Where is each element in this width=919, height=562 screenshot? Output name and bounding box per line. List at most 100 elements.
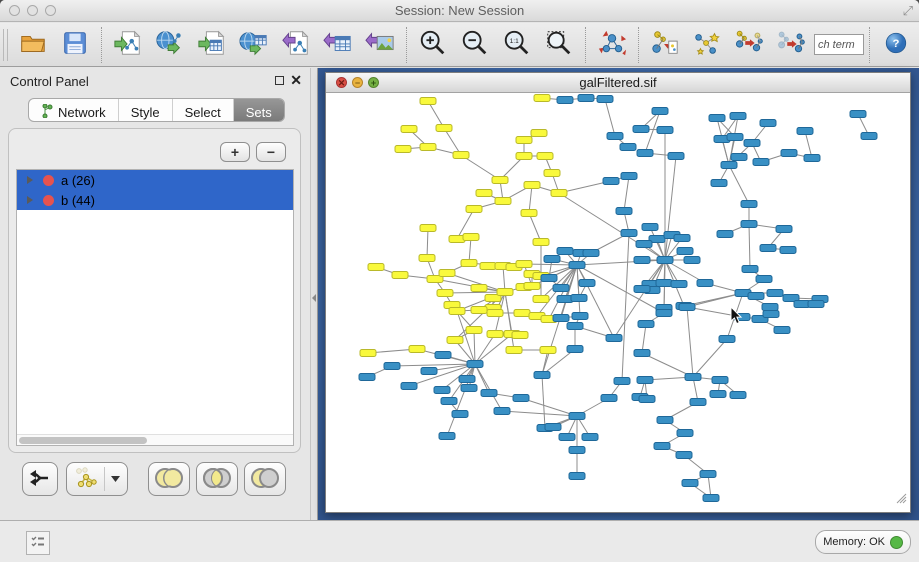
split-set-button[interactable] (22, 462, 58, 496)
graph-node (861, 133, 877, 140)
network-window[interactable]: ✕ − + galFiltered.sif (325, 72, 911, 513)
graph-node (514, 310, 530, 317)
search-input[interactable] (814, 34, 864, 55)
export-network-button[interactable] (278, 27, 314, 63)
graph-node (401, 126, 417, 133)
graph-node (492, 177, 508, 184)
graph-node (553, 285, 569, 292)
graph-node (808, 301, 824, 308)
graph-node (652, 108, 668, 115)
zoom-in-button[interactable] (415, 27, 451, 63)
graph-node (756, 276, 772, 283)
fullscreen-icon[interactable]: ⤢ (903, 3, 913, 19)
list-item-set-b[interactable]: b (44) (17, 190, 293, 210)
graph-node (557, 97, 573, 104)
save-session-button[interactable] (57, 27, 93, 63)
graph-node (572, 313, 588, 320)
expander-icon[interactable] (27, 176, 33, 184)
graph-node (551, 190, 567, 197)
network-to-file-button[interactable] (647, 27, 683, 63)
difference-networks-button[interactable] (773, 27, 809, 63)
union-sets-button[interactable] (148, 462, 190, 496)
annotate-network-button[interactable] (689, 27, 725, 63)
horizontal-scrollbar[interactable] (17, 434, 293, 445)
save-icon (60, 28, 90, 61)
graph-node (463, 234, 479, 241)
scrollbar-thumb[interactable] (19, 437, 147, 444)
graph-node (730, 113, 746, 120)
graph-node (668, 153, 684, 160)
difference-sets-button[interactable] (244, 462, 286, 496)
zoom-out-button[interactable] (457, 27, 493, 63)
export-table-button[interactable] (320, 27, 356, 63)
venn-union-icon (153, 466, 185, 493)
tab-select[interactable]: Select (173, 99, 234, 122)
expander-icon[interactable] (27, 196, 33, 204)
graph-node (601, 395, 617, 402)
help-button[interactable]: ? (878, 27, 914, 63)
task-history-button[interactable] (26, 531, 50, 555)
graph-node (767, 290, 783, 297)
export-image-button[interactable] (362, 27, 398, 63)
graph-node (760, 120, 776, 127)
graph-node (534, 372, 550, 379)
merge-networks-button[interactable] (731, 27, 767, 63)
tab-sets[interactable]: Sets (234, 99, 284, 122)
tab-label: Sets (246, 105, 272, 120)
remove-set-button[interactable]: − (256, 142, 286, 162)
close-panel-icon[interactable]: ✕ (290, 72, 302, 89)
svg-text:1:1: 1:1 (510, 38, 519, 45)
toolbar-grip[interactable] (3, 29, 8, 61)
import-table-file-button[interactable] (194, 27, 230, 63)
import-network-web-button[interactable] (152, 27, 188, 63)
tab-network[interactable]: Network (29, 99, 119, 122)
graph-node (461, 385, 477, 392)
toolbar-separator (101, 27, 102, 63)
graph-node (721, 162, 737, 169)
intersect-sets-button[interactable] (196, 462, 238, 496)
graph-node (533, 239, 549, 246)
split-arrow-icon (28, 466, 52, 493)
window-titlebar: Session: New Session ⤢ (0, 0, 919, 22)
graph-node (368, 264, 384, 271)
apply-layout-button[interactable] (594, 27, 630, 63)
graph-node (676, 452, 692, 459)
main-toolbar: 1:1 ? (0, 23, 919, 67)
graph-node (420, 225, 436, 232)
tab-style[interactable]: Style (119, 99, 173, 122)
open-folder-icon (18, 28, 48, 61)
graph-node (401, 383, 417, 390)
graph-node (553, 315, 569, 322)
graph-node (531, 130, 547, 137)
graph-node (637, 377, 653, 384)
panel-splitter[interactable] (310, 68, 318, 520)
zoom-selected-button[interactable] (541, 27, 577, 63)
graph-node (677, 430, 693, 437)
create-set-from-cluster-button[interactable] (66, 462, 128, 496)
graph-node (634, 350, 650, 357)
import-network-file-button[interactable] (110, 27, 146, 63)
graph-node (776, 226, 792, 233)
graph-node (717, 231, 733, 238)
import-table-web-button[interactable] (236, 27, 272, 63)
graph-node (533, 296, 549, 303)
dropdown-caret-icon[interactable] (104, 467, 126, 491)
network-window-titlebar[interactable]: ✕ − + galFiltered.sif (326, 73, 910, 93)
resize-grip[interactable] (895, 491, 907, 509)
list-item-set-a[interactable]: a (26) (17, 170, 293, 190)
graph-node (685, 374, 701, 381)
network-canvas[interactable] (327, 93, 909, 511)
zoom-fit-button[interactable]: 1:1 (499, 27, 535, 63)
venn-difference-icon (249, 466, 281, 493)
control-panel: Control Panel ✕ Network Style Select Set… (0, 68, 310, 520)
network-graph[interactable] (327, 93, 909, 511)
open-session-button[interactable] (15, 27, 51, 63)
add-set-button[interactable]: + (220, 142, 250, 162)
float-panel-icon[interactable] (275, 76, 284, 85)
graph-node (487, 310, 503, 317)
memory-status-button[interactable]: Memory: OK (815, 530, 911, 554)
collapse-panel-icon[interactable] (312, 294, 316, 302)
graph-node (521, 210, 537, 217)
graph-node (654, 443, 670, 450)
zoom-out-icon (460, 28, 490, 61)
